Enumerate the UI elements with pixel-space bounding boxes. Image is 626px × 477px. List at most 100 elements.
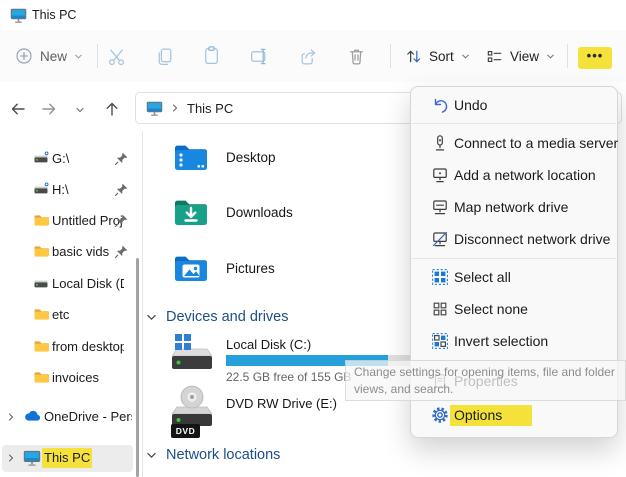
menu-item-disconnect-network-drive[interactable]: Disconnect network drive — [417, 224, 613, 254]
sidebar-item-label: Local Disk (D:) — [52, 276, 124, 291]
drive-item-dvd-rw-e[interactable]: DVD RW Drive (E:) — [226, 396, 337, 411]
toolbar-separator — [97, 44, 98, 68]
paste-icon[interactable] — [201, 45, 222, 66]
menu-item-options[interactable]: Options — [417, 400, 613, 430]
pictures-folder-icon[interactable] — [173, 250, 209, 286]
pin-icon[interactable] — [114, 182, 129, 197]
recent-locations-chevron[interactable] — [74, 104, 86, 116]
menu-item-label: Select all — [454, 269, 511, 285]
this-pc-monitor-icon — [146, 100, 163, 117]
file-explorer-window: This PC New — [0, 0, 626, 477]
ellipsis-icon: ••• — [587, 49, 604, 62]
menu-item-select-all[interactable]: Select all — [417, 262, 613, 292]
menu-separator — [412, 258, 616, 259]
chevron-down-icon — [73, 51, 84, 62]
window-title: This PC — [32, 8, 76, 22]
chevron-down-icon — [145, 449, 158, 462]
desktop-folder-icon[interactable] — [173, 139, 209, 175]
folder-icon — [33, 306, 50, 323]
chevron-right-icon[interactable] — [5, 411, 17, 423]
back-button[interactable] — [9, 100, 27, 118]
menu-item-label: Map network drive — [454, 199, 568, 215]
add-network-location-icon — [431, 166, 449, 184]
folder-icon — [33, 369, 50, 386]
folder-item-pictures[interactable]: Pictures — [226, 261, 275, 276]
section-header-label: Network locations — [166, 447, 280, 463]
menu-item-undo[interactable]: Undo — [417, 90, 613, 120]
disconnect-network-drive-icon — [431, 230, 449, 248]
sidebar-item-this-pc[interactable]: This PC — [0, 445, 134, 471]
menu-item-label: Connect to a media server — [454, 135, 618, 151]
menu-item-label-highlighted: Options — [450, 405, 532, 426]
section-header-label: Devices and drives — [166, 309, 289, 325]
sidebar-item-untitled-proj[interactable]: Untitled Proj — [0, 208, 134, 234]
chevron-down-icon — [460, 51, 471, 62]
sidebar-item-label: OneDrive - Perso — [44, 409, 132, 424]
menu-item-invert-selection[interactable]: Invert selection — [417, 326, 613, 356]
copy-icon[interactable] — [154, 46, 175, 67]
toolbar-separator — [567, 44, 568, 68]
drive-free-space-text: 22.5 GB free of 155 GB — [226, 370, 351, 384]
menu-item-connect-media-server[interactable]: Connect to a media server — [417, 128, 613, 158]
sidebar-item-etc[interactable]: etc — [0, 302, 134, 328]
sidebar-item-g-drive[interactable]: G:\ — [0, 146, 134, 172]
select-none-icon — [431, 300, 449, 318]
tooltip-text-line2: views, and search. — [354, 381, 625, 398]
drive-item-local-disk-c[interactable]: Local Disk (C:) — [226, 337, 311, 352]
sidebar-item-local-disk-d[interactable]: Local Disk (D:) — [0, 271, 134, 297]
this-pc-monitor-icon — [23, 449, 41, 467]
sidebar-item-label: H:\ — [52, 182, 69, 197]
invert-selection-icon — [431, 332, 449, 350]
sidebar-item-label: from desktop 0 — [52, 339, 124, 354]
breadcrumb-location: This PC — [187, 101, 233, 116]
delete-trash-icon[interactable] — [346, 46, 367, 67]
menu-item-label: Undo — [454, 97, 487, 113]
folder-item-downloads[interactable]: Downloads — [226, 205, 293, 220]
folder-icon — [33, 212, 50, 229]
chevron-down-icon — [545, 51, 556, 62]
sort-button[interactable]: Sort — [404, 38, 471, 74]
pin-icon[interactable] — [114, 244, 129, 259]
dvd-drive-icon[interactable] — [166, 383, 216, 429]
chevron-right-icon[interactable] — [5, 452, 17, 464]
onedrive-cloud-icon — [23, 408, 41, 426]
menu-item-map-network-drive[interactable]: Map network drive — [417, 192, 613, 222]
sidebar-item-onedrive[interactable]: OneDrive - Perso — [0, 404, 134, 430]
cut-icon[interactable] — [106, 46, 127, 67]
menu-item-select-none[interactable]: Select none — [417, 294, 613, 324]
view-button[interactable]: View — [485, 38, 556, 74]
share-icon[interactable] — [298, 46, 319, 67]
folder-icon — [33, 243, 50, 260]
sidebar-item-invoices[interactable]: invoices — [0, 365, 134, 391]
sidebar-item-h-drive[interactable]: H:\ — [0, 177, 134, 203]
sidebar-divider — [142, 131, 143, 477]
sidebar-item-basic-vids[interactable]: basic vids — [0, 239, 134, 265]
tooltip-text-line1: Change settings for opening items, file … — [354, 364, 625, 381]
section-header-devices[interactable]: Devices and drives — [145, 309, 289, 325]
network-drive-icon — [33, 181, 50, 198]
undo-icon — [431, 96, 449, 114]
sort-arrows-icon — [404, 47, 423, 66]
menu-item-label: Invert selection — [454, 333, 548, 349]
menu-item-add-network-location[interactable]: Add a network location — [417, 160, 613, 190]
up-button[interactable] — [103, 100, 121, 118]
see-more-button[interactable]: ••• — [578, 47, 612, 69]
forward-button[interactable] — [40, 100, 58, 118]
folder-icon — [33, 338, 50, 355]
pin-icon[interactable] — [114, 213, 129, 228]
view-list-icon — [485, 47, 504, 66]
sort-button-label: Sort — [429, 49, 454, 64]
new-button[interactable]: New — [14, 38, 84, 74]
sidebar-scrollbar-thumb[interactable] — [136, 258, 139, 477]
folder-item-desktop[interactable]: Desktop — [226, 150, 276, 165]
downloads-folder-icon[interactable] — [173, 194, 209, 230]
section-header-network[interactable]: Network locations — [145, 447, 280, 463]
rename-icon[interactable] — [249, 46, 270, 67]
local-disk-c-icon[interactable] — [166, 331, 216, 377]
sidebar-item-label: invoices — [52, 370, 99, 385]
pin-icon[interactable] — [114, 151, 129, 166]
breadcrumb-chevron-icon — [169, 102, 181, 114]
plus-circle-icon — [14, 46, 34, 66]
sidebar-item-from-desktop[interactable]: from desktop 0 — [0, 334, 134, 360]
command-bar: New — [0, 30, 626, 83]
